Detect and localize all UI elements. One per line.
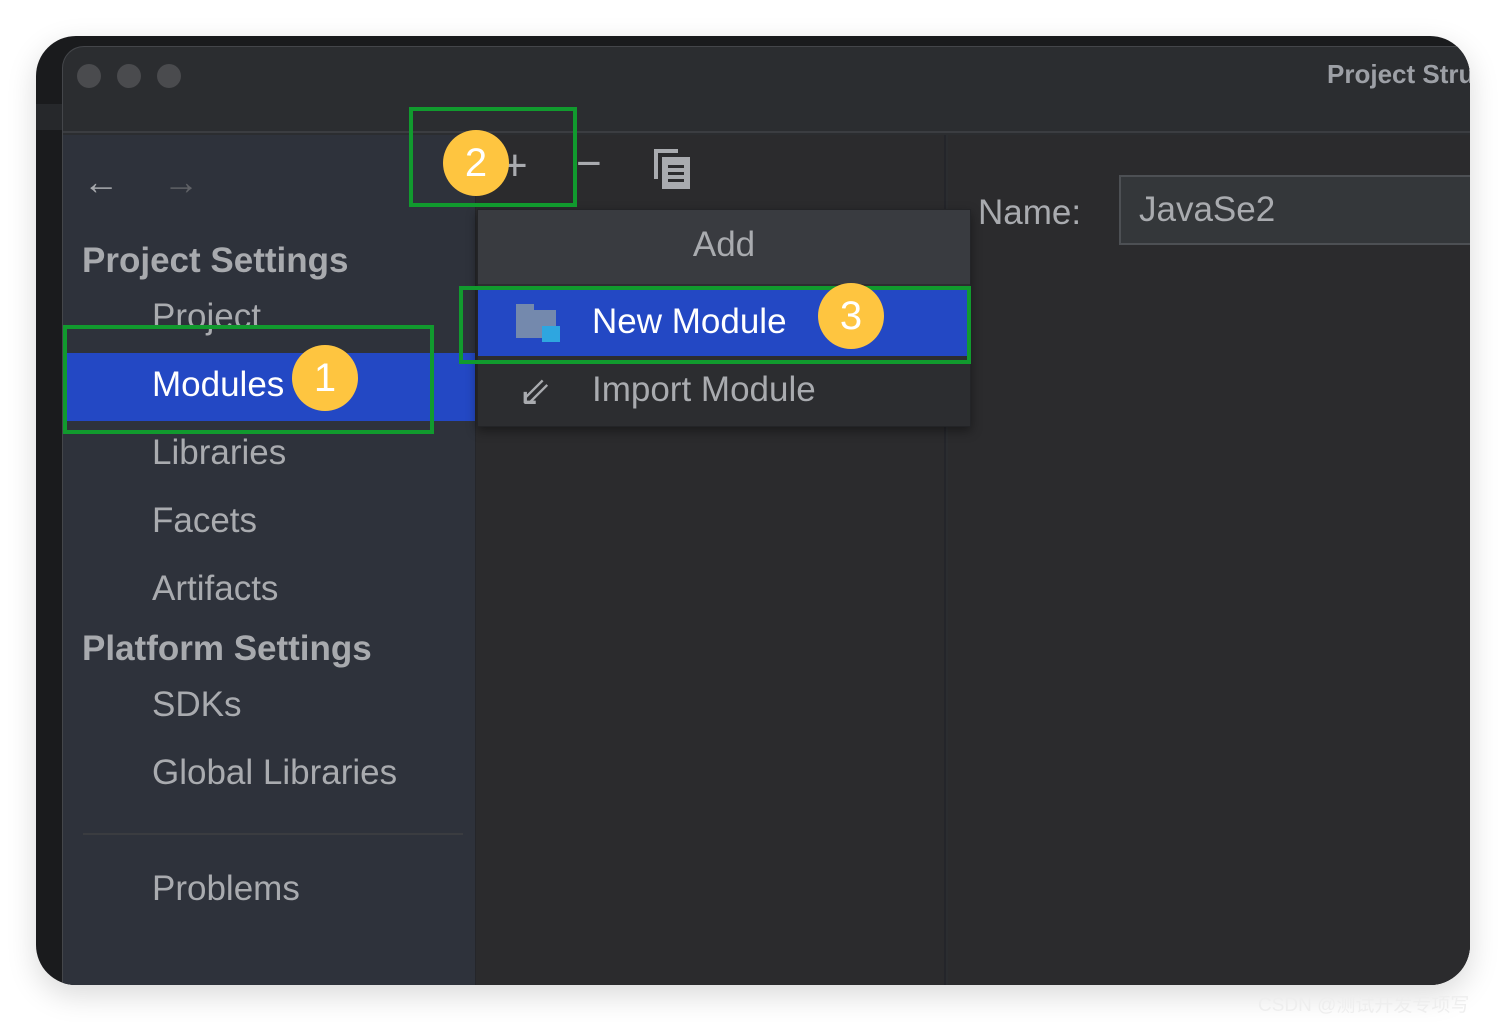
popup-title: Add xyxy=(478,210,970,284)
screenshot-frame: Project Structure ← → Project Settings P… xyxy=(36,36,1470,985)
window-title: Project Structure xyxy=(1327,59,1470,89)
minimize-window-button[interactable] xyxy=(117,64,141,88)
sidebar-item-global-libraries[interactable]: Global Libraries xyxy=(152,753,397,793)
back-arrow-icon[interactable]: ← xyxy=(83,161,119,203)
highlight-box-modules xyxy=(63,325,434,434)
menu-item-import-module[interactable]: ⇙ Import Module xyxy=(478,356,970,424)
forward-arrow-icon[interactable]: → xyxy=(163,161,199,203)
step-badge-2: 2 xyxy=(443,130,509,196)
title-bar: Project Structure xyxy=(63,47,1470,133)
sidebar-item-sdks[interactable]: SDKs xyxy=(152,685,241,725)
close-window-button[interactable] xyxy=(77,64,101,88)
step-badge-1: 1 xyxy=(292,345,358,411)
sidebar-item-libraries[interactable]: Libraries xyxy=(152,433,286,473)
module-detail-panel: Name: JavaSe2 xyxy=(948,135,1470,985)
zoom-window-button[interactable] xyxy=(157,64,181,88)
name-input[interactable]: JavaSe2 xyxy=(1119,175,1470,245)
highlight-box-new-module xyxy=(459,286,971,364)
sidebar: ← → Project Settings Project Modules Lib… xyxy=(63,135,475,985)
step-badge-3: 3 xyxy=(818,283,884,349)
menu-item-label: Import Module xyxy=(592,370,816,409)
sidebar-item-artifacts[interactable]: Artifacts xyxy=(152,569,278,609)
remove-button[interactable]: − xyxy=(576,139,602,189)
sidebar-item-facets[interactable]: Facets xyxy=(152,501,257,541)
divider xyxy=(83,833,463,835)
section-project-settings: Project Settings xyxy=(82,241,349,280)
name-label: Name: xyxy=(978,193,1082,232)
project-structure-window: Project Structure ← → Project Settings P… xyxy=(62,46,1470,985)
copy-icon[interactable] xyxy=(654,149,690,189)
section-platform-settings: Platform Settings xyxy=(82,629,372,668)
watermark: CSDN @测试开发专项写 xyxy=(1258,995,1470,1016)
import-arrow-icon: ⇙ xyxy=(518,370,552,414)
background-window-edge xyxy=(36,104,62,130)
sidebar-item-problems[interactable]: Problems xyxy=(152,869,300,909)
